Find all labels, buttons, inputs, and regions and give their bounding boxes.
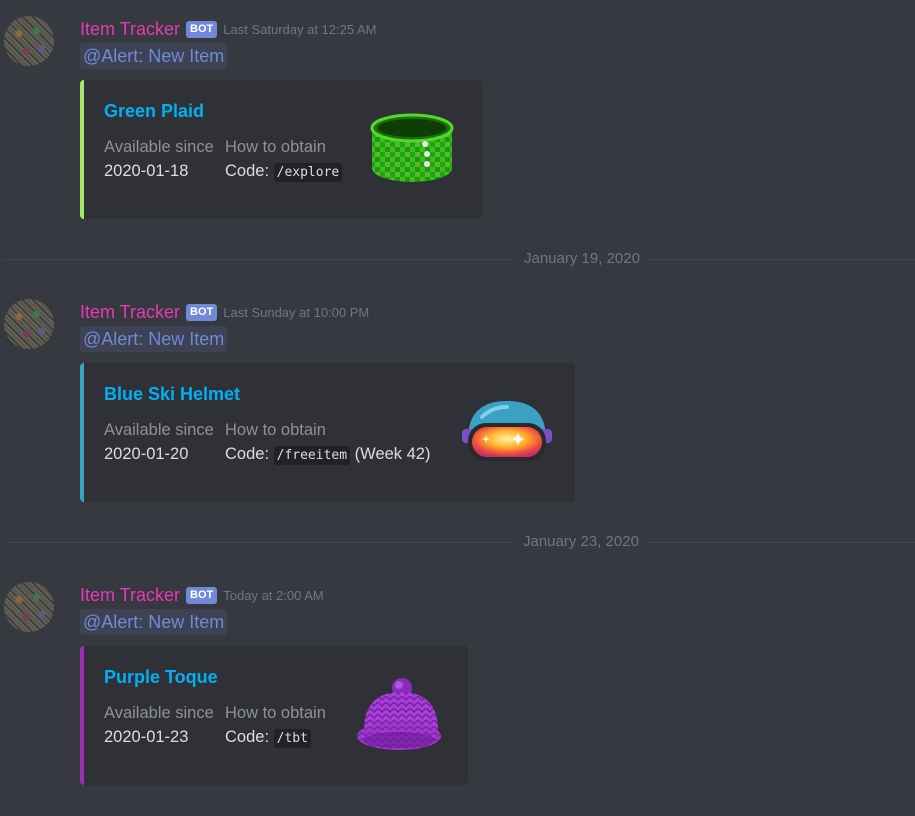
field-value: 2020-01-23 (104, 728, 189, 746)
code-prefix: Code: (225, 728, 270, 746)
avatar[interactable] (4, 16, 54, 66)
date-divider-label: January 19, 2020 (516, 249, 648, 269)
embed-field-available: Available since 2020-01-23 (104, 702, 214, 750)
bot-badge: BOT (186, 20, 218, 38)
field-name: How to obtain (225, 704, 326, 722)
embed-title[interactable]: Green Plaid (104, 101, 204, 122)
field-value: 2020-01-20 (104, 445, 189, 463)
date-divider-label: January 23, 2020 (515, 532, 647, 552)
code-suffix: (Week 42) (354, 445, 431, 463)
embed-field-available: Available since 2020-01-18 (104, 136, 214, 184)
embed: Blue Ski Helmet Available since 2020-01-… (80, 363, 575, 502)
code-snippet: /freeitem (273, 446, 351, 465)
purple-toque-icon[interactable] (354, 678, 444, 759)
embed-field-obtain: How to obtain Code: /freeitem (Week 42) (225, 419, 430, 469)
message-header: Item Tracker BOT Last Sunday at 10:00 PM (80, 299, 369, 325)
username[interactable]: Item Tracker (80, 585, 180, 606)
field-name: Available since (104, 704, 214, 722)
field-value: Code: /tbt (225, 724, 326, 752)
username[interactable]: Item Tracker (80, 302, 180, 323)
field-name: Available since (104, 138, 214, 156)
message-header: Item Tracker BOT Today at 2:00 AM (80, 582, 324, 608)
code-snippet: /explore (273, 163, 343, 182)
field-value: Code: /freeitem (Week 42) (225, 441, 430, 469)
role-mention[interactable]: @Alert: New Item (80, 43, 228, 69)
field-name: Available since (104, 421, 214, 439)
code-prefix: Code: (225, 445, 270, 463)
avatar[interactable] (4, 299, 54, 349)
embed: Green Plaid Available since 2020-01-18 H… (80, 80, 482, 219)
embed-title[interactable]: Blue Ski Helmet (104, 384, 240, 405)
bot-badge: BOT (186, 586, 218, 604)
embed-color-bar (80, 646, 84, 785)
ski-helmet-icon[interactable] (460, 399, 554, 472)
field-value: 2020-01-18 (104, 162, 189, 180)
green-plaid-cuff-icon[interactable] (365, 112, 459, 193)
role-mention[interactable]: @Alert: New Item (80, 326, 228, 352)
role-mention[interactable]: @Alert: New Item (80, 609, 228, 635)
embed-color-bar (80, 80, 84, 219)
timestamp: Last Saturday at 12:25 AM (223, 21, 377, 37)
code-prefix: Code: (225, 162, 270, 180)
embed-color-bar (80, 363, 84, 502)
embed-field-available: Available since 2020-01-20 (104, 419, 214, 467)
bot-badge: BOT (186, 303, 218, 321)
timestamp: Last Sunday at 10:00 PM (223, 304, 370, 320)
username[interactable]: Item Tracker (80, 19, 180, 40)
timestamp: Today at 2:00 AM (223, 587, 324, 603)
date-divider: January 23, 2020 (4, 532, 915, 552)
embed: Purple Toque Available since 2020-01-23 … (80, 646, 468, 785)
message-feed: Item Tracker BOT Last Saturday at 12:25 … (0, 0, 915, 816)
field-name: How to obtain (225, 421, 326, 439)
embed-field-obtain: How to obtain Code: /tbt (225, 702, 326, 752)
field-name: How to obtain (225, 138, 326, 156)
code-snippet: /tbt (273, 729, 311, 748)
avatar[interactable] (4, 582, 54, 632)
embed-field-obtain: How to obtain Code: /explore (225, 136, 343, 186)
field-value: Code: /explore (225, 158, 343, 186)
embed-title[interactable]: Purple Toque (104, 667, 218, 688)
message-header: Item Tracker BOT Last Saturday at 12:25 … (80, 16, 376, 42)
date-divider: January 19, 2020 (4, 249, 915, 269)
